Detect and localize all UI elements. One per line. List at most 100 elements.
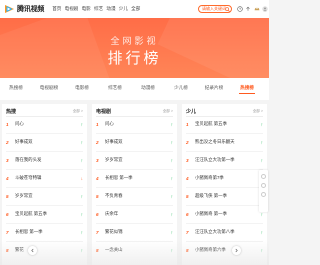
avatar[interactable] [262,6,269,12]
ranking-row[interactable]: 7 繁花似锦 ↑ [96,226,173,238]
column-title: 热搜 [6,109,17,115]
ranking-row[interactable]: 6 庆余年 ↑ [96,208,173,220]
search-input[interactable]: 请输入关键词 [198,5,232,13]
ranking-row[interactable]: 3 汪汪队立大功第一季 ↑ [186,154,263,166]
view-all-link[interactable]: 全部 > [163,109,173,114]
ranking-row[interactable]: 6 宝贝起航 第五季 ↑ [6,208,83,220]
show-title[interactable]: 熊出没之冬日乐翻天 [195,139,258,145]
show-title[interactable]: 超级飞侠 第一季 [195,193,258,199]
ranking-row[interactable]: 2 好事成双 ↑ [96,136,173,148]
rank-number: 2 [96,139,99,145]
ranking-row[interactable]: 4 长相思 第一季 ↑ [96,172,173,184]
trend-up-icon: ↑ [170,175,173,181]
show-title[interactable]: 小猪佩奇第7季 [195,175,258,181]
tab-hot-search[interactable]: 热搜榜 [2,85,30,91]
floating-toolbar [259,170,268,212]
row-separator [96,223,173,224]
show-title[interactable]: 问心 [15,121,78,127]
tab-active[interactable]: 热搜榜 [233,85,261,94]
show-title[interactable]: 斗破苍穹特辑 [15,175,78,181]
rank-number: 7 [186,229,189,235]
ranking-row[interactable]: 2 好事成双 ↑ [6,136,83,148]
upload-icon [246,6,250,11]
trend-up-icon: ↑ [170,157,173,163]
show-title[interactable]: 宝贝起航 第五季 [195,121,258,127]
nav-link-home[interactable]: 首页 [52,6,61,12]
back-to-top-icon[interactable] [261,192,266,197]
show-title[interactable]: 繁花似锦 [105,229,168,235]
show-title[interactable]: 问心 [105,121,168,127]
search-icon[interactable] [225,6,230,12]
ranking-row[interactable]: 5 不负青春 ↑ [96,190,173,202]
nav-link-kids[interactable]: 少儿 [119,6,128,12]
ranking-row[interactable]: 7 汪汪队立大功第八季 ↑ [186,226,263,238]
hero-subtitle: 全网影视 [110,36,159,46]
show-title[interactable]: 汪汪队立大功第一季 [195,157,258,163]
show-title[interactable]: 好事成双 [15,139,78,145]
scroll-right-button[interactable] [232,246,241,255]
ranking-row[interactable]: 5 岁岁常宜 ↑ [6,190,83,202]
show-title[interactable]: 小猪佩奇 第一季 [195,211,258,217]
tab-kids[interactable]: 少儿榜 [167,85,195,91]
tab-tv[interactable]: 电视剧榜 [35,85,63,91]
row-separator [186,169,263,170]
tab-variety[interactable]: 综艺榜 [101,85,129,91]
trend-up-icon: ↑ [170,229,173,235]
trend-up-icon: ↑ [170,193,173,199]
show-title[interactable]: 长相思 第一季 [105,175,168,181]
chevron-right-icon [235,248,238,253]
trend-up-icon: ↑ [260,211,263,217]
show-title[interactable]: 汪汪队立大功第八季 [195,229,258,235]
nav-link-anime[interactable]: 动漫 [106,6,115,12]
nav-link-tv[interactable]: 电视剧 [65,6,79,12]
row-separator [6,187,83,188]
rank-number: 1 [186,121,189,127]
ranking-row[interactable]: 4小猪佩奇第7季↑ [186,172,263,184]
row-separator [96,169,173,170]
rank-number: 4 [6,175,9,181]
history-button[interactable] [236,6,243,12]
tab-documentary[interactable]: 纪录片榜 [200,85,228,91]
search-placeholder: 请输入关键词 [202,6,226,11]
brand-name: 腾讯视频 [17,6,45,13]
ranking-row[interactable]: 3 岁岁常宜 ↑ [96,154,173,166]
view-all-link[interactable]: 全部 > [253,109,263,114]
ranking-row[interactable]: 1 问心 ↑ [96,118,173,130]
share-icon[interactable] [261,183,266,188]
show-title[interactable]: 好事成双 [105,139,168,145]
rank-number: 3 [6,157,9,163]
show-title[interactable]: 岁岁常宜 [105,157,168,163]
trend-up-icon: ↑ [260,121,263,127]
row-separator [186,187,263,188]
show-title[interactable]: 岁岁常宜 [15,193,78,199]
trend-up-icon: ↑ [260,139,263,145]
tab-movie[interactable]: 电影榜 [68,85,96,91]
feedback-icon[interactable] [261,174,266,179]
ranking-row[interactable]: 4 斗破苍穹特辑 ↓ [6,172,83,184]
ranking-row[interactable]: 1 问心 ↑ [6,118,83,130]
ranking-row[interactable]: 3 落在我的头发 ↑ [6,154,83,166]
show-title[interactable]: 落在我的头发 [15,157,78,163]
column-title: 少儿 [186,109,197,115]
ranking-row[interactable]: 5超级飞侠 第一季↑ [186,190,263,202]
tab-anime[interactable]: 动漫榜 [134,85,162,91]
rank-number: 4 [186,175,189,181]
ranking-row[interactable]: 1 宝贝起航 第五季 ↑ [186,118,263,130]
show-title[interactable]: 庆余年 [105,211,168,217]
user-icon [262,6,268,12]
show-title[interactable]: 宝贝起航 第五季 [15,211,78,217]
nav-link-variety[interactable]: 综艺 [94,6,103,12]
ranking-row[interactable]: 2 熊出没之冬日乐翻天 ↑ [186,136,263,148]
scroll-left-button[interactable] [28,246,37,255]
brand-logo[interactable]: 腾讯视频 [4,4,44,14]
upload-button[interactable] [245,6,252,12]
nav-link-movie[interactable]: 电影 [82,6,91,12]
show-title[interactable]: 长相思 第一季 [15,229,78,235]
show-title[interactable]: 不负青春 [105,193,168,199]
row-separator [96,205,173,206]
vip-button[interactable] [253,6,260,12]
ranking-row[interactable]: 6 小猪佩奇 第一季 ↑ [186,208,263,220]
nav-link-all[interactable]: 全部 [131,6,140,12]
ranking-row[interactable]: 7 长相思 第一季 ↑ [6,226,83,238]
view-all-link[interactable]: 全部 > [73,109,83,114]
